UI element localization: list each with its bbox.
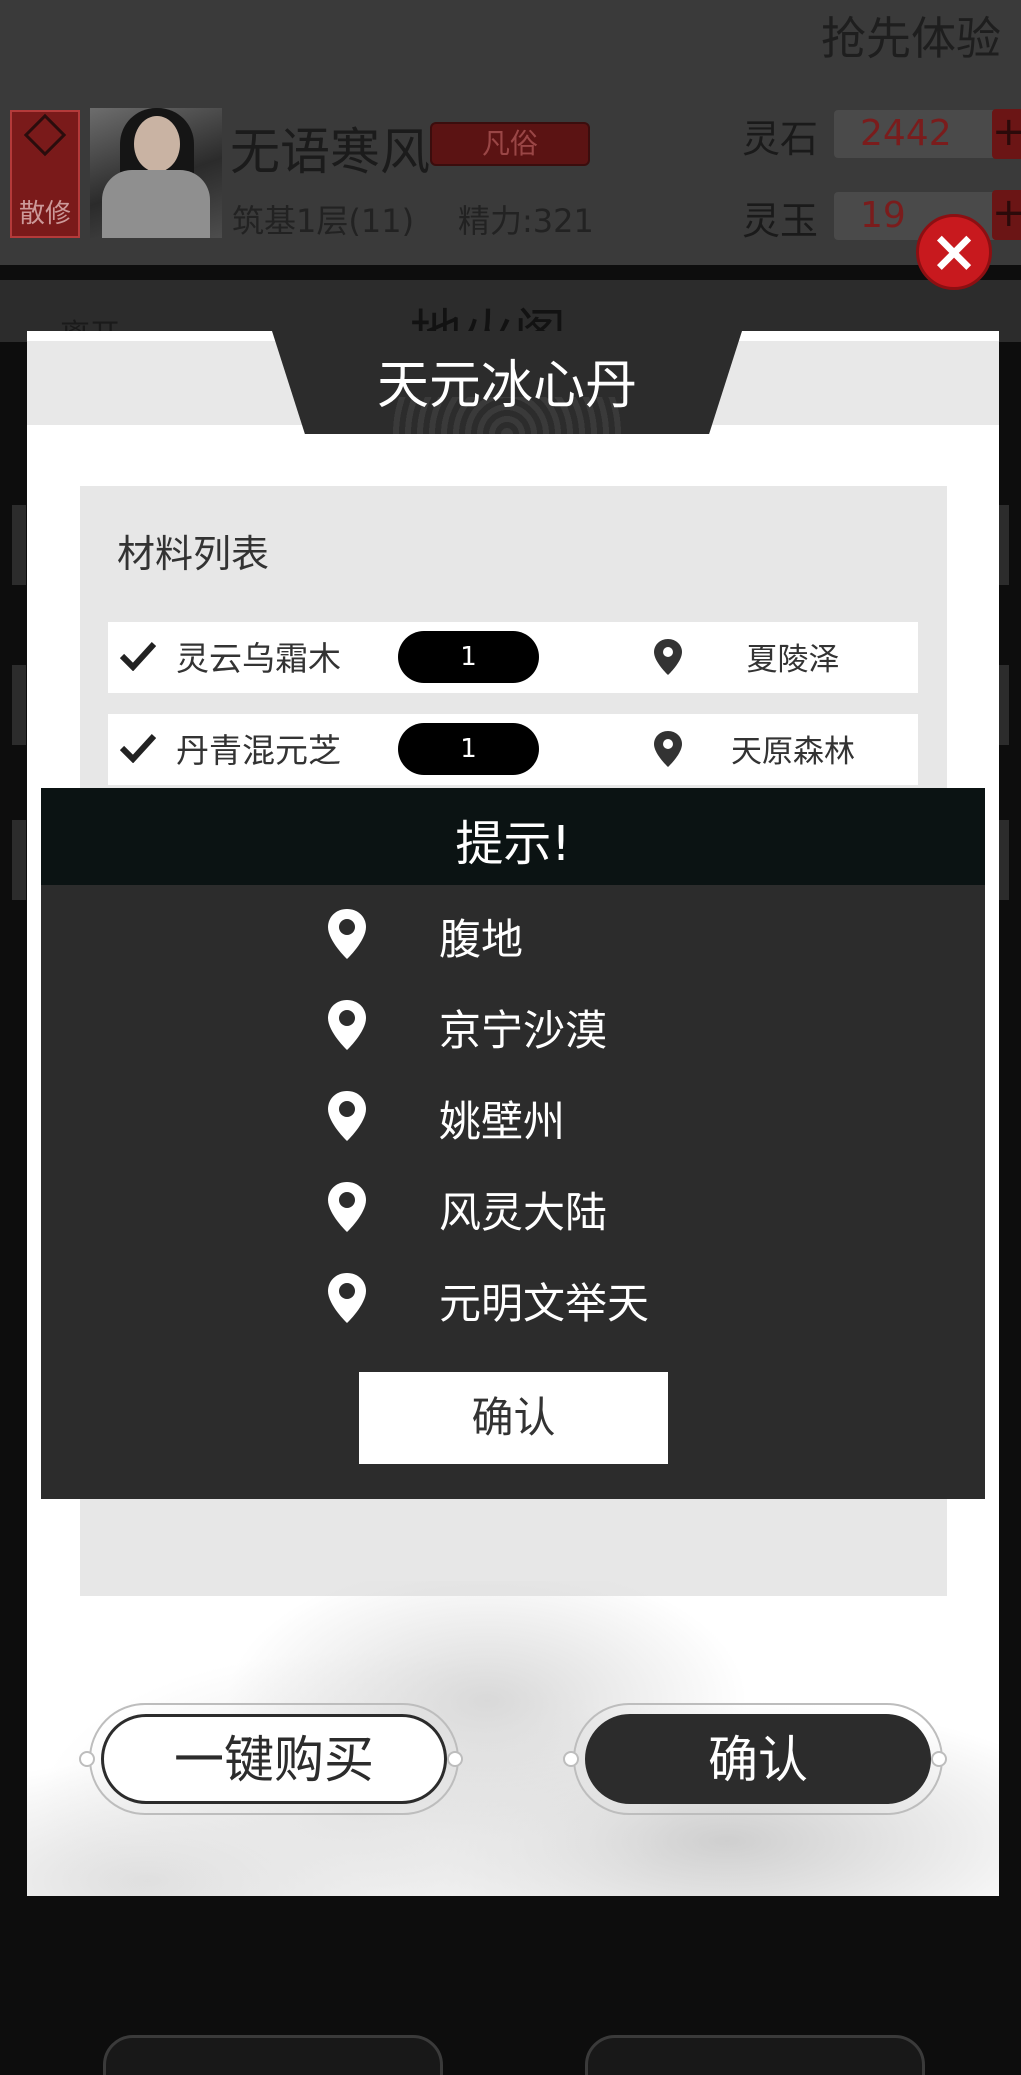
cultivation-realm: 筑基1层(11) <box>232 202 415 240</box>
lotus-emblem-icon <box>23 113 67 157</box>
background-bottom-button <box>585 2035 925 2075</box>
check-icon <box>120 733 156 763</box>
location-pin-icon <box>328 1273 366 1323</box>
hint-location-item[interactable]: 元明文举天 <box>41 1262 985 1332</box>
sect-label: 散修 <box>18 199 71 229</box>
promo-banner-text[interactable]: 抢先体验 <box>821 2 1021 62</box>
material-name: 灵云乌霜木 <box>176 639 341 678</box>
material-name: 丹青混元芝 <box>176 731 341 770</box>
hint-dialog: 提示! 腹地 京宁沙漠 姚壁州 风灵大陆 元明文举天 确认 <box>41 788 985 1499</box>
material-row[interactable]: 灵云乌霜木 1 夏陵泽 <box>108 622 918 693</box>
hint-location-name: 元明文举天 <box>439 1279 650 1328</box>
button-ornament-dot <box>447 1751 463 1767</box>
material-qty: 1 <box>398 631 539 683</box>
hint-location-name: 腹地 <box>439 915 524 964</box>
confirm-button[interactable]: 确认 <box>585 1714 931 1804</box>
hint-location-name: 京宁沙漠 <box>439 1006 608 1055</box>
close-icon[interactable]: × <box>916 214 992 290</box>
left-edge-tab <box>12 665 26 745</box>
hint-location-name: 风灵大陆 <box>439 1188 608 1237</box>
player-avatar[interactable] <box>90 108 222 238</box>
button-ornament-dot <box>931 1751 947 1767</box>
sect-badge[interactable]: 散修 <box>10 110 80 238</box>
avatar-face <box>134 116 180 172</box>
hint-confirm-button[interactable]: 确认 <box>359 1372 668 1464</box>
spirit-jade-label: 灵玉 <box>742 199 819 243</box>
location-pin-icon <box>328 909 366 959</box>
material-location[interactable]: 天原森林 <box>668 726 918 771</box>
hint-location-item[interactable]: 风灵大陆 <box>41 1171 985 1241</box>
check-icon <box>120 641 156 671</box>
player-name: 无语寒风 <box>230 123 430 181</box>
hint-location-item[interactable]: 姚壁州 <box>41 1080 985 1150</box>
modal-title: 天元冰心丹 <box>376 356 637 416</box>
button-ornament-dot <box>79 1751 95 1767</box>
material-row[interactable]: 丹青混元芝 1 天原森林 <box>108 714 918 785</box>
background-bottom-button <box>103 2035 443 2075</box>
energy-stat: 精力:321 <box>458 202 594 240</box>
location-pin-icon <box>328 1000 366 1050</box>
left-edge-tab <box>12 505 26 585</box>
buy-all-button[interactable]: 一键购买 <box>101 1714 447 1804</box>
spirit-stone-label: 灵石 <box>742 117 819 161</box>
location-pin-icon <box>328 1091 366 1141</box>
materials-heading: 材料列表 <box>117 532 270 576</box>
left-edge-tab <box>12 820 26 900</box>
hint-location-item[interactable]: 腹地 <box>41 898 985 968</box>
hint-location-name: 姚壁州 <box>439 1097 566 1146</box>
avatar-robe <box>102 170 210 238</box>
button-ornament-dot <box>563 1751 579 1767</box>
material-qty: 1 <box>398 723 539 775</box>
spirit-stone-value: 2442 <box>834 110 1004 158</box>
hint-location-item[interactable]: 京宁沙漠 <box>41 989 985 1059</box>
location-pin-icon <box>328 1182 366 1232</box>
add-spirit-jade-button[interactable]: + <box>992 190 1021 240</box>
rank-badge: 凡俗 <box>430 122 590 166</box>
hint-dialog-title: 提示! <box>455 816 571 872</box>
add-spirit-stone-button[interactable]: + <box>992 109 1021 159</box>
material-location[interactable]: 夏陵泽 <box>668 634 918 679</box>
